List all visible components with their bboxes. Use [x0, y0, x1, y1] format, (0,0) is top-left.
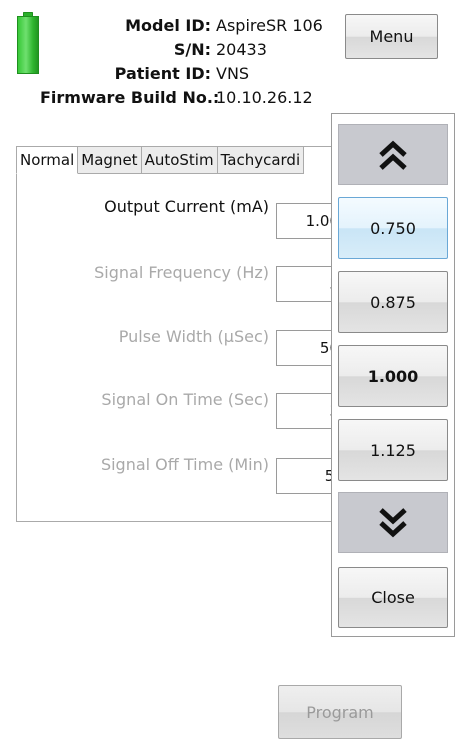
tab-autostim[interactable]: AutoStim	[141, 146, 218, 174]
option-0750[interactable]: 0.750	[338, 197, 448, 259]
program-button[interactable]: Program	[278, 685, 402, 739]
serial-number-value: 20433	[216, 40, 267, 59]
scroll-up-button[interactable]	[338, 124, 448, 185]
model-id-label: Model ID:	[125, 16, 211, 35]
option-0875[interactable]: 0.875	[338, 271, 448, 333]
mode-tabs: Normal Magnet AutoStim Tachycardi	[16, 146, 305, 174]
double-chevron-up-icon	[379, 140, 407, 170]
serial-number-label: S/N:	[173, 40, 211, 59]
battery-body	[17, 16, 39, 74]
device-info-values: AspireSR 106 20433 VNS 10.10.26.12	[216, 14, 346, 110]
patient-id-label: Patient ID:	[114, 64, 211, 83]
patient-id-value: VNS	[216, 64, 250, 83]
option-1125[interactable]: 1.125	[338, 419, 448, 481]
option-1000[interactable]: 1.000	[338, 345, 448, 407]
scroll-down-button[interactable]	[338, 492, 448, 553]
close-button[interactable]: Close	[338, 567, 448, 628]
menu-button[interactable]: Menu	[345, 14, 438, 59]
tab-normal[interactable]: Normal	[16, 146, 79, 174]
tab-magnet[interactable]: Magnet	[78, 146, 142, 174]
battery-full-icon	[17, 12, 39, 74]
signal-off-time-label: Signal Off Time (Min)	[100, 455, 269, 474]
tab-tachycardia[interactable]: Tachycardi	[217, 146, 305, 174]
device-info-labels: Model ID: S/N: Patient ID: Firmware Buil…	[40, 14, 220, 110]
firmware-build-label: Firmware Build No.:	[40, 88, 220, 107]
pulse-width-label: Pulse Width (µSec)	[118, 327, 269, 346]
output-current-label: Output Current (mA)	[104, 197, 269, 216]
model-id-value: AspireSR 106	[216, 16, 323, 35]
firmware-build-value: 10.10.26.12	[216, 88, 313, 107]
signal-frequency-label: Signal Frequency (Hz)	[94, 263, 269, 282]
double-chevron-down-icon	[379, 507, 407, 537]
signal-on-time-label: Signal On Time (Sec)	[101, 390, 269, 409]
